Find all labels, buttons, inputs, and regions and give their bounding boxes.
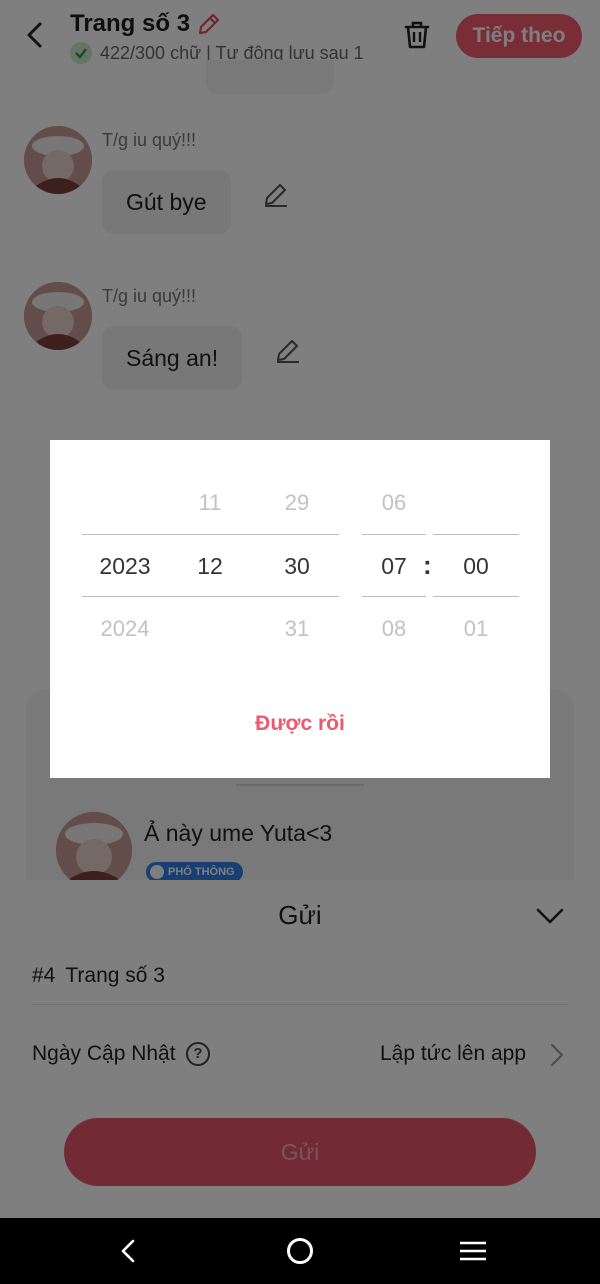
year-option[interactable]: 2024 — [86, 616, 164, 642]
year-wheel[interactable]: 2023 2024 — [86, 440, 164, 680]
minute-option[interactable]: 01 — [433, 616, 519, 642]
hour-selected[interactable]: 07 — [362, 553, 426, 580]
day-option[interactable]: 31 — [268, 616, 326, 642]
system-nav-bar — [0, 1218, 600, 1284]
hour-option[interactable]: 08 — [362, 616, 426, 642]
minute-wheel[interactable]: 00 01 — [433, 440, 519, 680]
month-selected[interactable]: 12 — [182, 553, 238, 580]
nav-menu-icon[interactable] — [458, 1240, 488, 1262]
year-selected[interactable]: 2023 — [86, 553, 164, 580]
hour-option[interactable]: 06 — [362, 490, 426, 516]
nav-home-icon[interactable] — [287, 1238, 313, 1264]
nav-back-icon[interactable] — [114, 1237, 142, 1265]
time-separator: : — [423, 550, 432, 580]
hour-wheel[interactable]: 06 07 08 — [362, 440, 426, 680]
confirm-button[interactable]: Được rồi — [50, 712, 550, 736]
day-wheel[interactable]: 29 30 31 — [268, 440, 326, 680]
day-option[interactable]: 29 — [268, 490, 326, 516]
datetime-picker-dialog: 2023 2024 11 12 29 30 31 06 07 08 : 00 0… — [50, 440, 550, 778]
month-option[interactable]: 11 — [182, 490, 238, 516]
month-wheel[interactable]: 11 12 — [182, 440, 238, 680]
minute-selected[interactable]: 00 — [433, 553, 519, 580]
day-selected[interactable]: 30 — [268, 553, 326, 580]
